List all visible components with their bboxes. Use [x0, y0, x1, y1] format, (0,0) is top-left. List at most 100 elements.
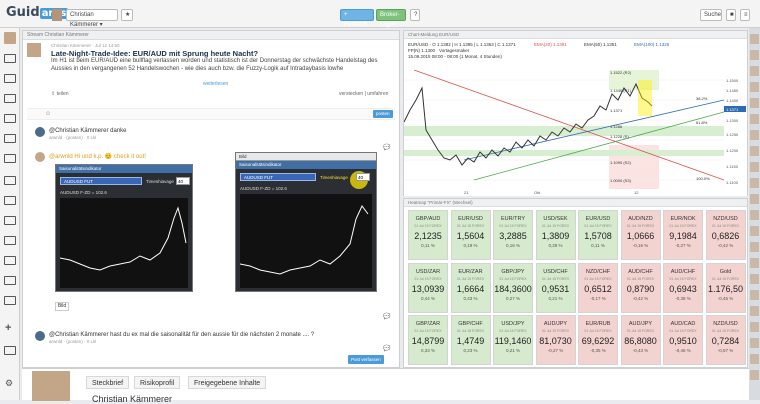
heatmap-cell[interactable]: Gold 01 Jul 15 FOREX 1.176,50 -0,45 %: [705, 262, 746, 313]
heatmap-cell[interactable]: AUD/CAD 01 Jul 15 FOREX 0,9510 -0,46 %: [663, 315, 703, 365]
heatmap-cell[interactable]: AUD/CHF 01 Jul 15 FOREX 0,6943 -0,38 %: [663, 262, 703, 313]
tab-risikoprofil[interactable]: Risikoprofil: [134, 376, 181, 389]
commenter-avatar[interactable]: [35, 331, 45, 341]
contact-avatar[interactable]: [750, 162, 759, 172]
heatmap-cell[interactable]: GBP/CHF 01 Jul 15 FOREX 1,4749 0,23 %: [450, 315, 491, 365]
flag-icon[interactable]: ■: [726, 9, 736, 21]
profile-avatar[interactable]: [4, 32, 16, 44]
apps-icon[interactable]: [4, 346, 16, 355]
price-tick: 1.1100: [726, 180, 739, 185]
commenter-avatar[interactable]: [35, 127, 45, 137]
contact-avatar[interactable]: [750, 242, 759, 252]
gear-icon[interactable]: ⚙: [5, 378, 13, 389]
broker-login-button[interactable]: Broker-Login: [376, 9, 406, 28]
heatmap-cell[interactable]: NZD/CHF 01 Jul 15 FOREX 0,6512 -0,17 %: [578, 262, 618, 313]
users-icon[interactable]: [4, 114, 16, 123]
user-avatar[interactable]: [52, 9, 62, 21]
contact-avatar[interactable]: [750, 226, 759, 236]
heatmap-cell[interactable]: EUR/ZAR 01 Jul 15 FOREX 1,6664 0,43 %: [450, 262, 491, 313]
commenter-avatar[interactable]: [35, 152, 45, 162]
contact-avatar[interactable]: [750, 82, 759, 92]
contact-avatar[interactable]: [750, 370, 759, 380]
post-title[interactable]: Late-Night-Trade-Idee: EUR/AUD mit Sprun…: [51, 49, 258, 58]
contact-avatar[interactable]: [750, 274, 759, 284]
image-tag[interactable]: Bild: [55, 302, 69, 311]
contact-avatar[interactable]: [750, 338, 759, 348]
monitor-icon-7[interactable]: [4, 296, 16, 305]
contact-avatar[interactable]: [750, 98, 759, 108]
help-icon[interactable]: ?: [410, 9, 420, 21]
reply-icon[interactable]: 💬: [383, 144, 390, 151]
contact-avatar[interactable]: [750, 354, 759, 364]
tab-freigegebene-inhalte[interactable]: Freigegebene Inhalte: [188, 376, 267, 389]
contact-avatar[interactable]: [750, 34, 759, 44]
contact-avatar[interactable]: [750, 290, 759, 300]
monitor-icon-6[interactable]: [4, 276, 16, 285]
contact-avatar[interactable]: [750, 322, 759, 332]
heatmap-cell[interactable]: EUR/USD 01 Jul 15 FOREX 1,5604 0,19 %: [450, 210, 491, 260]
contact-avatar[interactable]: [750, 66, 759, 76]
heatmap-cell[interactable]: USD/ZAR 01 Jul 15 FOREX 13,0939 0,44 %: [408, 262, 448, 313]
level-618: 61.8%: [696, 120, 708, 125]
news-icon[interactable]: [4, 74, 16, 83]
monitor-icon[interactable]: [4, 154, 16, 163]
heatmap-cell[interactable]: USD/JPY 01 Jul 15 FOREX 119,1460 0,21 %: [493, 315, 533, 365]
user-dropdown[interactable]: Christian Kämmerer ▾: [66, 9, 118, 28]
heatmap-cell[interactable]: AUD/JPY 01 Jul 15 FOREX 86,8080 -0,43 %: [620, 315, 661, 365]
reply-icon[interactable]: 💬: [383, 313, 390, 320]
symbol-select[interactable]: AUDUSD FUT: [60, 177, 142, 185]
level-s2: 1.1090 (S2): [610, 160, 632, 165]
heatmap-cell[interactable]: NZD/USD 01 Jul 15 FOREX 0,7284 -0,57 %: [705, 315, 746, 365]
herkunft-button[interactable]: + Herkunft: [340, 9, 374, 28]
contact-avatar[interactable]: [750, 258, 759, 268]
contact-avatar[interactable]: [750, 114, 759, 124]
contact-avatar[interactable]: [750, 130, 759, 140]
tab-steckbrief[interactable]: Steckbrief: [86, 376, 130, 389]
star-icon[interactable]: ★: [121, 9, 133, 21]
author-avatar[interactable]: [27, 43, 41, 57]
search-button[interactable]: Suche: [700, 9, 722, 21]
heatmap-cell[interactable]: GBP/JPY 01 Jul 15 FOREX 184,3600 0,27 %: [493, 262, 533, 313]
heatmap-cell[interactable]: NZD/USD 01 Jul 15 FOREX 0,6826 -0,42 %: [705, 210, 746, 260]
reply-icon[interactable]: 💬: [383, 345, 390, 352]
heatmap-cell[interactable]: EUR/RUB 01 Jul 15 FOREX 69,6292 -0,35 %: [578, 315, 618, 365]
timeshift-input[interactable]: 40: [176, 177, 190, 185]
post-compose-button[interactable]: Post verfassen: [348, 355, 384, 364]
monitor-icon-2[interactable]: [4, 196, 16, 205]
timeshift-input[interactable]: 40: [356, 173, 370, 181]
monitor-icon-3[interactable]: [4, 216, 16, 225]
portfolio-icon[interactable]: [4, 94, 16, 103]
post-button[interactable]: posten: [373, 110, 393, 118]
symbol-select[interactable]: AUDUSD FUT: [240, 173, 316, 181]
heatmap-cell[interactable]: AUD/CHF 01 Jul 15 FOREX 0,8790 -0,42 %: [620, 262, 661, 313]
seasonality-window[interactable]: Saisonalitätsindikator AUDUSD FUT Timesh…: [55, 164, 193, 292]
monitor-icon-5[interactable]: [4, 256, 16, 265]
menu-icon[interactable]: ≡: [740, 9, 750, 21]
heatmap-cell[interactable]: USD/CHF 01 Jul 15 FOREX 0,9531 0,21 %: [535, 262, 576, 313]
share-link[interactable]: ⇪ teilen: [51, 91, 69, 97]
briefcase-icon[interactable]: [4, 134, 16, 143]
contact-avatar[interactable]: [750, 194, 759, 204]
chart-icon[interactable]: [4, 176, 16, 185]
smile-icon[interactable]: ☺: [45, 111, 51, 117]
contact-avatar[interactable]: [750, 306, 759, 316]
heatmap-cell[interactable]: EUR/USD 01 Jul 15 FOREX 1,5708 0,11 %: [578, 210, 618, 260]
price-tick: 1.1250: [726, 132, 739, 137]
heatmap-cell[interactable]: GBP/AUD 01 Jul 15 FOREX 2,1235 0,11 %: [408, 210, 448, 260]
heatmap-cell[interactable]: AUD/JPY 01 Jul 15 FOREX 81,0730 -0,27 %: [535, 315, 576, 365]
monitor-icon-4[interactable]: [4, 236, 16, 245]
add-icon[interactable]: +: [5, 322, 11, 334]
heatmap-cell[interactable]: AUD/NZD 01 Jul 15 FOREX 1,0666 -0,16 %: [620, 210, 661, 260]
heatmap-cell[interactable]: EUR/NOK 01 Jul 15 FOREX 9,1984 -0,27 %: [663, 210, 703, 260]
contact-avatar[interactable]: [750, 146, 759, 156]
contact-avatar[interactable]: [750, 210, 759, 220]
post-actions[interactable]: verstecken | umfahren: [339, 91, 388, 97]
read-more-link[interactable]: weiterlesen: [203, 81, 228, 87]
heatmap-cell[interactable]: GBP/ZAR 01 Jul 15 FOREX 14,8799 0,33 %: [408, 315, 448, 365]
stream-icon[interactable]: [4, 54, 16, 63]
contact-avatar[interactable]: [750, 50, 759, 60]
heatmap-cell[interactable]: USD/SEK 01 Jul 15 FOREX 1,3809 0,28 %: [535, 210, 576, 260]
seasonality-window-2[interactable]: Bild Saisonalitätsindikator AUDUSD FUT T…: [235, 152, 377, 292]
heatmap-cell[interactable]: EUR/TRY 01 Jul 15 FOREX 3,2885 0,16 %: [493, 210, 533, 260]
contact-avatar[interactable]: [750, 178, 759, 188]
